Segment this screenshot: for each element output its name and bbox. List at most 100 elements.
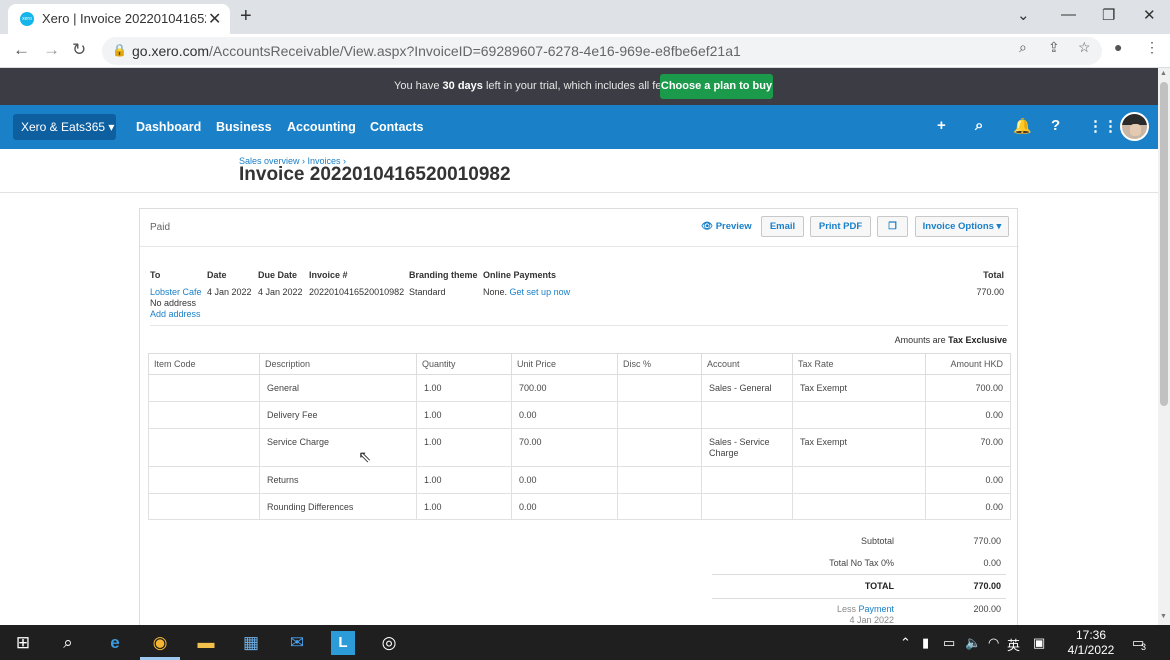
choose-plan-button[interactable]: Choose a plan to buy [660, 74, 773, 99]
mail-icon[interactable]: ✉ [285, 631, 309, 655]
account-cell[interactable]: Sales - Service Charge [701, 428, 793, 467]
tax-rate-cell[interactable]: Tax Exempt [792, 428, 926, 467]
chrome-icon[interactable]: ◉ [148, 631, 172, 655]
keyboard-icon[interactable]: ▣ [1033, 635, 1045, 651]
quantity-cell[interactable]: 1.00 [416, 466, 512, 494]
search-icon[interactable]: ⌕ [56, 631, 80, 655]
back-icon[interactable]: ← [13, 40, 30, 60]
table-row[interactable]: Service Charge 1.00 70.00 Sales - Service C… [148, 428, 1011, 467]
disc-cell[interactable] [617, 466, 702, 494]
preview-button[interactable]: 👁 Preview [701, 221, 752, 232]
quantity-cell[interactable]: 1.00 [416, 428, 512, 467]
add-address-link[interactable]: Add address [150, 309, 201, 319]
get-set-up-link[interactable]: Get set up now [510, 287, 571, 297]
window-close-icon[interactable]: ✕ [1143, 6, 1156, 24]
disc-cell[interactable] [617, 493, 702, 520]
battery-icon[interactable]: ▭ [943, 635, 955, 651]
disc-cell[interactable] [617, 428, 702, 467]
reload-icon[interactable]: ↻ [72, 40, 86, 60]
volume-icon[interactable]: 🔈 [965, 635, 981, 651]
tray-chevron-icon[interactable]: ⌃ [900, 635, 911, 651]
tab-search-icon[interactable]: ⌄ [1017, 6, 1030, 24]
nav-accounting[interactable]: Accounting [287, 120, 356, 134]
quantity-cell[interactable]: 1.00 [416, 374, 512, 402]
contact-link[interactable]: Lobster Cafe [150, 287, 202, 297]
add-icon[interactable]: + [937, 117, 946, 134]
account-cell[interactable] [701, 493, 793, 520]
item-code-cell[interactable] [148, 374, 260, 402]
notifications-icon[interactable]: 🔔 [1013, 117, 1032, 135]
amount-cell[interactable]: 0.00 [925, 466, 1011, 494]
edge-icon[interactable]: e [103, 631, 127, 655]
copy-icon[interactable]: ❐ [877, 216, 908, 237]
scrollbar-thumb[interactable] [1160, 82, 1168, 406]
tab-close-icon[interactable]: ✕ [208, 9, 221, 29]
scroll-up-icon[interactable]: ▲ [1160, 70, 1167, 77]
item-code-cell[interactable] [148, 401, 260, 429]
tax-rate-cell[interactable]: Tax Exempt [792, 374, 926, 402]
nav-business[interactable]: Business [216, 120, 272, 134]
table-row[interactable]: Delivery Fee 1.00 0.00 0.00 [148, 401, 1011, 429]
help-icon[interactable]: ? [1051, 117, 1060, 134]
forward-icon[interactable]: → [43, 40, 60, 60]
quantity-cell[interactable]: 1.00 [416, 493, 512, 520]
account-cell[interactable]: Sales - General [701, 374, 793, 402]
scroll-down-icon[interactable]: ▼ [1160, 613, 1167, 620]
menu-dots-icon[interactable]: ⋮ [1145, 39, 1159, 56]
amount-cell[interactable]: 0.00 [925, 401, 1011, 429]
print-pdf-button[interactable]: Print PDF [810, 216, 871, 237]
description-cell[interactable]: Service Charge [259, 428, 417, 467]
tax-rate-cell[interactable] [792, 401, 926, 429]
ime-indicator[interactable]: 英 [1007, 635, 1020, 654]
zoom-icon[interactable]: ⌕ [1019, 39, 1027, 56]
payment-value[interactable]: 200.00 [921, 604, 1001, 614]
item-code-cell[interactable] [148, 428, 260, 467]
browser-tab[interactable]: xero Xero | Invoice 20220104165200 ✕ [8, 4, 230, 34]
usb-icon[interactable]: ▮ [922, 635, 929, 651]
unit-price-cell[interactable]: 0.00 [511, 466, 618, 494]
email-button[interactable]: Email [761, 216, 804, 237]
windows-start-icon[interactable]: ⊞ [11, 631, 35, 655]
item-code-cell[interactable] [148, 493, 260, 520]
minimize-icon[interactable]: — [1061, 6, 1076, 23]
description-cell[interactable]: Rounding Differences [259, 493, 417, 520]
amount-cell[interactable]: 700.00 [925, 374, 1011, 402]
unit-price-cell[interactable]: 700.00 [511, 374, 618, 402]
table-row[interactable]: Rounding Differences 1.00 0.00 0.00 [148, 493, 1011, 520]
restore-icon[interactable]: ❐ [1102, 6, 1115, 24]
nav-contacts[interactable]: Contacts [370, 120, 423, 134]
description-cell[interactable]: Returns [259, 466, 417, 494]
item-code-cell[interactable] [148, 466, 260, 494]
unit-price-cell[interactable]: 70.00 [511, 428, 618, 467]
file-explorer-icon[interactable]: ▬ [194, 631, 218, 655]
avatar[interactable] [1120, 112, 1149, 141]
description-cell[interactable]: Delivery Fee [259, 401, 417, 429]
nav-dashboard[interactable]: Dashboard [136, 120, 201, 134]
disc-cell[interactable] [617, 401, 702, 429]
quantity-cell[interactable]: 1.00 [416, 401, 512, 429]
account-cell[interactable] [701, 466, 793, 494]
org-switcher[interactable]: Xero & Eats365 ▾ [13, 114, 116, 140]
clock[interactable]: 17:36 4/1/2022 [1062, 628, 1120, 658]
amount-cell[interactable]: 70.00 [925, 428, 1011, 467]
share-icon[interactable]: ⇪ [1048, 39, 1060, 56]
description-cell[interactable]: General [259, 374, 417, 402]
l-app-icon[interactable]: L [331, 631, 355, 655]
profile-icon[interactable]: ● [1114, 39, 1122, 55]
tax-rate-cell[interactable] [792, 466, 926, 494]
new-tab-icon[interactable]: + [240, 5, 252, 28]
store-icon[interactable]: ▦ [239, 631, 263, 655]
payment-link[interactable]: Payment [858, 604, 894, 614]
search-icon[interactable]: ⌕ [975, 117, 983, 134]
table-row[interactable]: Returns 1.00 0.00 0.00 [148, 466, 1011, 494]
unit-price-cell[interactable]: 0.00 [511, 401, 618, 429]
disc-cell[interactable] [617, 374, 702, 402]
table-row[interactable]: General 1.00 700.00 Sales - General Tax Exem… [148, 374, 1011, 402]
obs-icon[interactable]: ◎ [377, 631, 401, 655]
invoice-options-button[interactable]: Invoice Options ▾ [915, 216, 1009, 237]
wifi-icon[interactable]: ◠ [988, 635, 999, 651]
bookmark-star-icon[interactable]: ☆ [1078, 39, 1091, 56]
amount-cell[interactable]: 0.00 [925, 493, 1011, 520]
apps-grid-icon[interactable]: ⋮⋮ [1088, 117, 1118, 135]
unit-price-cell[interactable]: 0.00 [511, 493, 618, 520]
